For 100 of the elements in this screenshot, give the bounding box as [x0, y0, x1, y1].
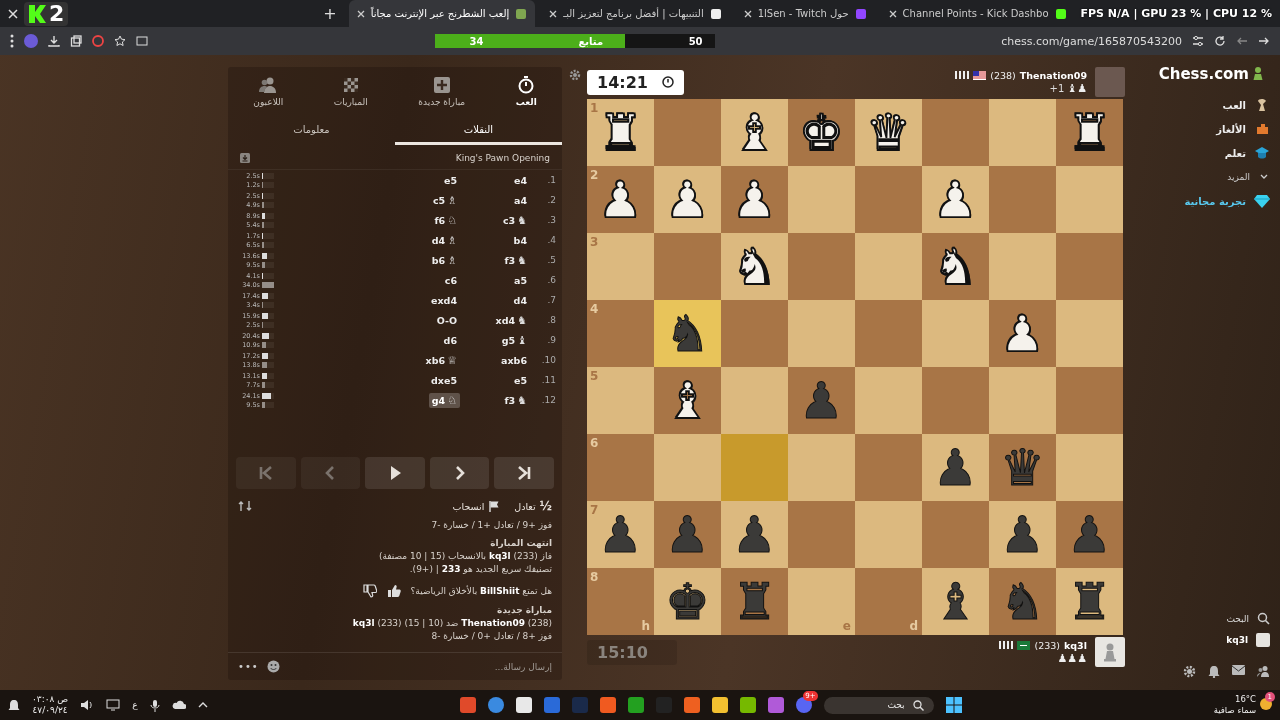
settings-icon[interactable] [568, 69, 581, 81]
board-square[interactable]: ♞ [922, 233, 989, 300]
close-icon[interactable] [356, 9, 365, 18]
chess-piece[interactable]: ♜ [1067, 576, 1112, 627]
taskbar-search[interactable]: بحث [823, 696, 934, 714]
chess-piece[interactable]: ♞ [665, 308, 710, 359]
windows-icon[interactable] [945, 697, 962, 713]
new-tab-button[interactable]: + [317, 4, 343, 23]
move-notation[interactable]: e5 [440, 173, 460, 187]
system-clock[interactable]: ص ٠٣:٠٨ ٤٧/٠٩/٢٤ [32, 694, 69, 716]
chess-piece[interactable]: ♟ [933, 442, 978, 493]
nav-tab[interactable]: اللاعبون [245, 73, 292, 109]
move-notation[interactable]: ♗ c5 [429, 192, 460, 208]
star-icon[interactable] [114, 35, 126, 47]
extensions-icon[interactable] [70, 35, 82, 47]
move-notation[interactable]: ♝ g5 [498, 332, 530, 348]
bell-icon[interactable] [8, 698, 20, 712]
sidebar-nav-item[interactable]: العب [1140, 93, 1270, 117]
chess-piece[interactable]: ♟ [732, 509, 777, 560]
close-icon[interactable] [743, 9, 752, 18]
chess-piece[interactable]: ♟ [598, 174, 643, 225]
board-square[interactable]: ♟ [721, 501, 788, 568]
sidebar-nav-item[interactable]: المزيد [1140, 165, 1270, 189]
app-icon[interactable] [739, 697, 756, 713]
move-notation[interactable]: exd4 [428, 293, 460, 307]
chess-piece[interactable]: ♝ [665, 375, 710, 426]
move-notation[interactable]: ♞ xd4 [492, 312, 530, 328]
chess-piece[interactable]: ♟ [1000, 509, 1045, 560]
nav-tab[interactable]: مباراة جديدة [410, 73, 474, 109]
move-notation[interactable]: b4 [510, 233, 530, 247]
close-icon[interactable] [8, 8, 18, 19]
move-notation[interactable]: ♘ f6 [431, 212, 460, 228]
last-button[interactable] [494, 457, 554, 489]
friends-icon[interactable] [1257, 665, 1270, 677]
browser-tab[interactable]: إلعب الشطرنج عبر الإنترنت مجاناً [348, 0, 536, 27]
app-icon[interactable] [515, 697, 532, 713]
sidebar-nav-item[interactable]: الألغاز [1140, 117, 1270, 141]
resign-button[interactable]: انسحاب [452, 500, 501, 512]
close-icon[interactable] [888, 9, 897, 18]
move-notation[interactable]: c6 [441, 273, 460, 287]
move-notation[interactable]: a4 [510, 193, 530, 207]
mail-icon[interactable] [1232, 665, 1245, 675]
move-notation[interactable]: ♘ g4 [428, 392, 460, 408]
microphone-icon[interactable] [149, 698, 160, 712]
move-notation[interactable]: ♗ b6 [428, 252, 460, 268]
move-notation[interactable]: e4 [510, 173, 530, 187]
panel-tab[interactable]: معلومات [228, 119, 395, 145]
settings-icon[interactable] [1183, 665, 1196, 678]
move-notation[interactable]: ♗ d4 [428, 232, 460, 248]
board-square[interactable]: ♚ [654, 568, 721, 635]
board-square[interactable]: ♟ [922, 434, 989, 501]
next-button[interactable] [429, 457, 490, 489]
back-arrow-icon[interactable] [1236, 35, 1248, 47]
bell-icon[interactable] [1208, 665, 1220, 678]
board-square[interactable]: ♞ [654, 300, 721, 367]
board-square[interactable]: ♝ [654, 367, 721, 434]
chess-piece[interactable]: ♟ [732, 174, 777, 225]
board-square[interactable]: ♟ [721, 166, 788, 233]
move-notation[interactable]: ♞ c3 [499, 212, 530, 228]
app-icon[interactable] [711, 697, 728, 713]
move-notation[interactable]: ♕ xb6 [422, 352, 460, 368]
board-square[interactable]: ♟ [989, 300, 1056, 367]
browser-tab[interactable]: التنبيهات | أفضل برنامج لتعزيز البـ [541, 0, 730, 27]
nav-tab[interactable]: المباريات [325, 73, 376, 109]
site-logo[interactable]: Chess.com [1140, 65, 1270, 83]
board-square[interactable]: ♟ [989, 501, 1056, 568]
smiley-icon[interactable] [266, 660, 280, 673]
more-options[interactable]: ••• [238, 661, 259, 672]
close-icon[interactable] [549, 9, 558, 18]
thumbs-down-icon[interactable] [362, 584, 377, 598]
input-language[interactable]: ع [132, 700, 138, 710]
sidebar-nav-item[interactable]: تعلم [1140, 141, 1270, 165]
nav-tab[interactable]: العب [507, 73, 545, 109]
move-notation[interactable]: dxe5 [428, 373, 460, 387]
chess-piece[interactable]: ♟ [598, 509, 643, 560]
chess-piece[interactable]: ♚ [665, 576, 710, 627]
address-url[interactable]: chess.com/game/165870543200 [1001, 34, 1182, 48]
thumbs-up-icon[interactable] [386, 584, 401, 598]
forward-arrow-icon[interactable] [1258, 35, 1270, 47]
chess-piece[interactable]: ♝ [933, 576, 978, 627]
board-square[interactable]: ♜ [1056, 99, 1123, 166]
speaker-icon[interactable] [80, 699, 95, 711]
profile-avatar[interactable] [24, 34, 38, 48]
move-notation[interactable]: d4 [510, 293, 530, 307]
move-notation[interactable]: axb6 [498, 353, 530, 367]
board-square[interactable]: ♜ [1056, 568, 1123, 635]
sidebar-user[interactable]: kq3l [1140, 629, 1270, 651]
move-notation[interactable]: ♞ f3 [501, 392, 530, 408]
move-notation[interactable]: ♞ f3 [501, 252, 530, 268]
menu-icon[interactable] [10, 34, 14, 48]
chat-input[interactable]: إرسال رسالة... [287, 661, 552, 672]
browser-tab[interactable]: Channel Points - Kick Dashbo [880, 0, 1075, 27]
move-notation[interactable]: O-O [433, 313, 460, 327]
move-notation[interactable]: d6 [440, 333, 460, 347]
chess-piece[interactable]: ♟ [1000, 308, 1045, 359]
tune-icon[interactable] [1192, 35, 1204, 47]
chevron-up-icon[interactable] [197, 701, 208, 709]
chess-piece[interactable]: ♜ [1067, 107, 1112, 158]
board-square[interactable]: ♝ [922, 568, 989, 635]
play-button[interactable] [365, 457, 425, 489]
